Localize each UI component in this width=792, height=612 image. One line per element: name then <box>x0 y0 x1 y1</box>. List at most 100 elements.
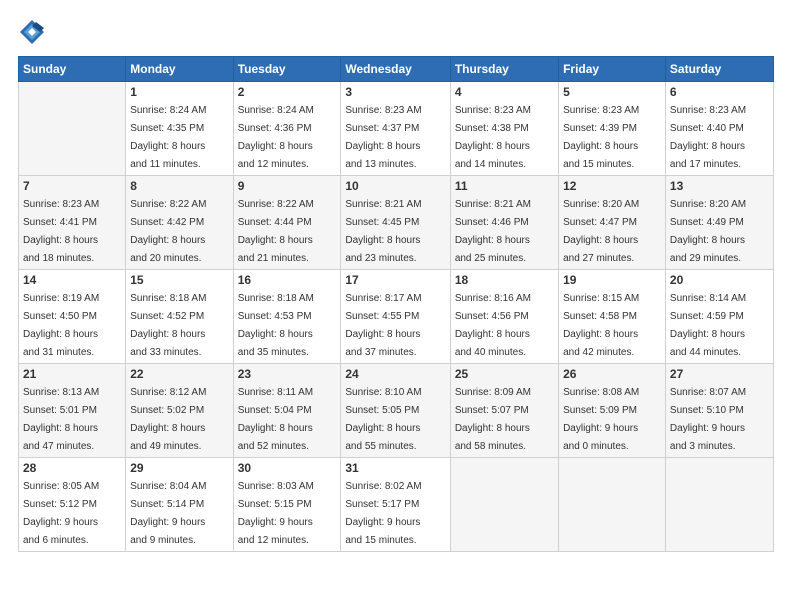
day-info: Sunrise: 8:14 AM Sunset: 4:59 PM Dayligh… <box>670 293 746 358</box>
day-info: Sunrise: 8:22 AM Sunset: 4:44 PM Dayligh… <box>238 199 314 264</box>
day-cell <box>665 458 773 552</box>
day-cell: 9 Sunrise: 8:22 AM Sunset: 4:44 PM Daylig… <box>233 176 341 270</box>
day-cell: 26 Sunrise: 8:08 AM Sunset: 5:09 PM Dayli… <box>559 364 666 458</box>
day-number: 8 <box>130 179 228 193</box>
day-cell: 17 Sunrise: 8:17 AM Sunset: 4:55 PM Dayli… <box>341 270 450 364</box>
day-number: 26 <box>563 367 661 381</box>
day-info: Sunrise: 8:07 AM Sunset: 5:10 PM Dayligh… <box>670 387 746 452</box>
day-number: 23 <box>238 367 337 381</box>
day-info: Sunrise: 8:09 AM Sunset: 5:07 PM Dayligh… <box>455 387 531 452</box>
calendar-body: 1Sunrise: 8:24 AM Sunset: 4:35 PM Daylig… <box>19 82 774 552</box>
day-number: 2 <box>238 85 337 99</box>
day-cell: 23 Sunrise: 8:11 AM Sunset: 5:04 PM Dayli… <box>233 364 341 458</box>
day-number: 29 <box>130 461 228 475</box>
day-cell: 2 Sunrise: 8:24 AM Sunset: 4:36 PM Daylig… <box>233 82 341 176</box>
day-info: Sunrise: 8:18 AM Sunset: 4:53 PM Dayligh… <box>238 293 314 358</box>
week-row-3: 14 Sunrise: 8:19 AM Sunset: 4:50 PM Dayli… <box>19 270 774 364</box>
day-cell: 18 Sunrise: 8:16 AM Sunset: 4:56 PM Dayli… <box>450 270 558 364</box>
day-info: Sunrise: 8:21 AM Sunset: 4:46 PM Dayligh… <box>455 199 531 264</box>
day-number: 13 <box>670 179 769 193</box>
day-cell: 16Sunrise: 8:18 AM Sunset: 4:53 PM Dayli… <box>233 270 341 364</box>
day-info: Sunrise: 8:18 AM Sunset: 4:52 PM Dayligh… <box>130 293 206 358</box>
day-cell: 4Sunrise: 8:23 AM Sunset: 4:38 PM Daylig… <box>450 82 558 176</box>
day-cell: 31Sunrise: 8:02 AM Sunset: 5:17 PM Dayli… <box>341 458 450 552</box>
header-day-sunday: Sunday <box>19 57 126 82</box>
header-day-friday: Friday <box>559 57 666 82</box>
day-cell: 29 Sunrise: 8:04 AM Sunset: 5:14 PM Dayli… <box>126 458 233 552</box>
day-number: 3 <box>345 85 445 99</box>
header <box>18 18 774 46</box>
day-number: 9 <box>238 179 337 193</box>
day-cell: 7Sunrise: 8:23 AM Sunset: 4:41 PM Daylig… <box>19 176 126 270</box>
day-number: 19 <box>563 273 661 287</box>
day-number: 21 <box>23 367 121 381</box>
day-cell: 19 Sunrise: 8:15 AM Sunset: 4:58 PM Dayli… <box>559 270 666 364</box>
day-info: Sunrise: 8:23 AM Sunset: 4:40 PM Dayligh… <box>670 105 746 170</box>
day-info: Sunrise: 8:20 AM Sunset: 4:49 PM Dayligh… <box>670 199 746 264</box>
day-cell: 15Sunrise: 8:18 AM Sunset: 4:52 PM Dayli… <box>126 270 233 364</box>
day-info: Sunrise: 8:05 AM Sunset: 5:12 PM Dayligh… <box>23 481 99 546</box>
day-info: Sunrise: 8:08 AM Sunset: 5:09 PM Dayligh… <box>563 387 639 452</box>
day-info: Sunrise: 8:15 AM Sunset: 4:58 PM Dayligh… <box>563 293 639 358</box>
day-number: 27 <box>670 367 769 381</box>
day-info: Sunrise: 8:20 AM Sunset: 4:47 PM Dayligh… <box>563 199 639 264</box>
day-number: 5 <box>563 85 661 99</box>
day-cell: 22 Sunrise: 8:12 AM Sunset: 5:02 PM Dayli… <box>126 364 233 458</box>
day-info: Sunrise: 8:12 AM Sunset: 5:02 PM Dayligh… <box>130 387 206 452</box>
day-cell: 21 Sunrise: 8:13 AM Sunset: 5:01 PM Dayli… <box>19 364 126 458</box>
day-number: 22 <box>130 367 228 381</box>
week-row-4: 21 Sunrise: 8:13 AM Sunset: 5:01 PM Dayli… <box>19 364 774 458</box>
day-cell: 5 Sunrise: 8:23 AM Sunset: 4:39 PM Daylig… <box>559 82 666 176</box>
day-info: Sunrise: 8:23 AM Sunset: 4:39 PM Dayligh… <box>563 105 639 170</box>
day-cell <box>559 458 666 552</box>
day-info: Sunrise: 8:03 AM Sunset: 5:15 PM Dayligh… <box>238 481 314 546</box>
day-cell: 1Sunrise: 8:24 AM Sunset: 4:35 PM Daylig… <box>126 82 233 176</box>
day-info: Sunrise: 8:13 AM Sunset: 5:01 PM Dayligh… <box>23 387 99 452</box>
day-info: Sunrise: 8:24 AM Sunset: 4:35 PM Dayligh… <box>130 105 206 170</box>
day-number: 18 <box>455 273 554 287</box>
calendar-table: SundayMondayTuesdayWednesdayThursdayFrid… <box>18 56 774 552</box>
calendar-header: SundayMondayTuesdayWednesdayThursdayFrid… <box>19 57 774 82</box>
day-info: Sunrise: 8:23 AM Sunset: 4:38 PM Dayligh… <box>455 105 531 170</box>
day-number: 11 <box>455 179 554 193</box>
day-number: 30 <box>238 461 337 475</box>
week-row-2: 7Sunrise: 8:23 AM Sunset: 4:41 PM Daylig… <box>19 176 774 270</box>
day-cell: 14 Sunrise: 8:19 AM Sunset: 4:50 PM Dayli… <box>19 270 126 364</box>
header-row: SundayMondayTuesdayWednesdayThursdayFrid… <box>19 57 774 82</box>
day-cell <box>450 458 558 552</box>
day-cell: 8 Sunrise: 8:22 AM Sunset: 4:42 PM Daylig… <box>126 176 233 270</box>
day-info: Sunrise: 8:23 AM Sunset: 4:37 PM Dayligh… <box>345 105 421 170</box>
day-cell: 6 Sunrise: 8:23 AM Sunset: 4:40 PM Daylig… <box>665 82 773 176</box>
day-number: 14 <box>23 273 121 287</box>
day-info: Sunrise: 8:16 AM Sunset: 4:56 PM Dayligh… <box>455 293 531 358</box>
header-day-tuesday: Tuesday <box>233 57 341 82</box>
day-info: Sunrise: 8:19 AM Sunset: 4:50 PM Dayligh… <box>23 293 99 358</box>
header-day-monday: Monday <box>126 57 233 82</box>
logo-icon <box>18 18 46 46</box>
day-info: Sunrise: 8:22 AM Sunset: 4:42 PM Dayligh… <box>130 199 206 264</box>
header-day-saturday: Saturday <box>665 57 773 82</box>
day-cell: 25 Sunrise: 8:09 AM Sunset: 5:07 PM Dayli… <box>450 364 558 458</box>
day-number: 25 <box>455 367 554 381</box>
day-number: 24 <box>345 367 445 381</box>
day-info: Sunrise: 8:04 AM Sunset: 5:14 PM Dayligh… <box>130 481 206 546</box>
day-info: Sunrise: 8:10 AM Sunset: 5:05 PM Dayligh… <box>345 387 421 452</box>
day-cell: 30 Sunrise: 8:03 AM Sunset: 5:15 PM Dayli… <box>233 458 341 552</box>
day-number: 10 <box>345 179 445 193</box>
day-number: 6 <box>670 85 769 99</box>
day-cell: 28 Sunrise: 8:05 AM Sunset: 5:12 PM Dayli… <box>19 458 126 552</box>
day-number: 28 <box>23 461 121 475</box>
day-cell: 3 Sunrise: 8:23 AM Sunset: 4:37 PM Daylig… <box>341 82 450 176</box>
day-cell: 13 Sunrise: 8:20 AM Sunset: 4:49 PM Dayli… <box>665 176 773 270</box>
day-info: Sunrise: 8:24 AM Sunset: 4:36 PM Dayligh… <box>238 105 314 170</box>
header-day-thursday: Thursday <box>450 57 558 82</box>
day-number: 31 <box>345 461 445 475</box>
day-cell <box>19 82 126 176</box>
day-info: Sunrise: 8:11 AM Sunset: 5:04 PM Dayligh… <box>238 387 313 452</box>
day-number: 12 <box>563 179 661 193</box>
day-cell: 12 Sunrise: 8:20 AM Sunset: 4:47 PM Dayli… <box>559 176 666 270</box>
day-info: Sunrise: 8:21 AM Sunset: 4:45 PM Dayligh… <box>345 199 421 264</box>
day-info: Sunrise: 8:17 AM Sunset: 4:55 PM Dayligh… <box>345 293 421 358</box>
day-cell: 24 Sunrise: 8:10 AM Sunset: 5:05 PM Dayli… <box>341 364 450 458</box>
day-number: 17 <box>345 273 445 287</box>
